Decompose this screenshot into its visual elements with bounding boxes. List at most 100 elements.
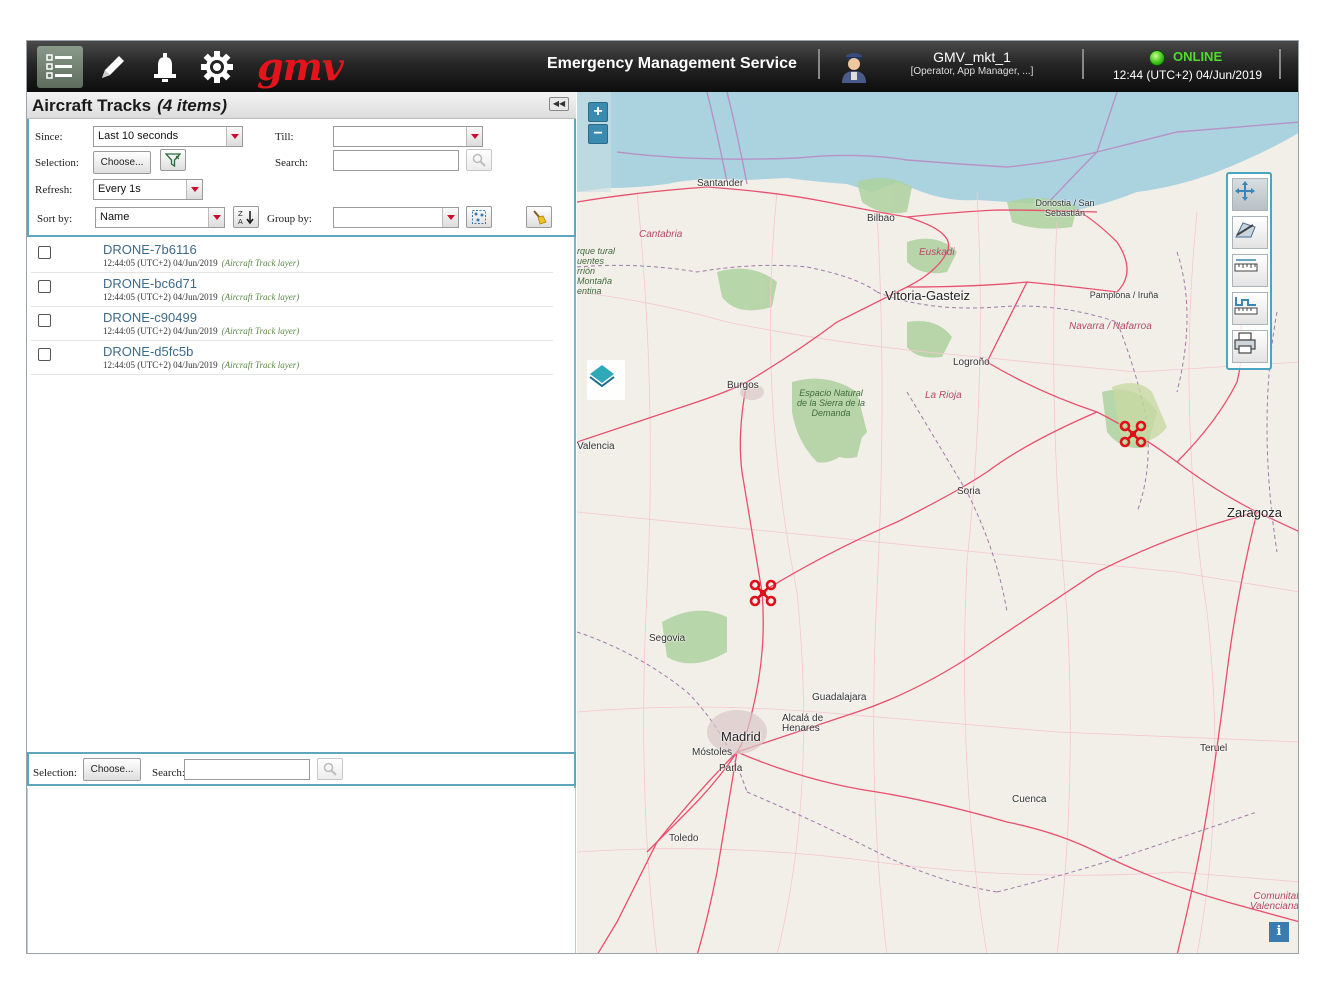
track-layer: (Aircraft Track layer) — [221, 360, 300, 370]
pencil-icon — [102, 56, 124, 78]
refresh-select[interactable]: Every 1s — [93, 179, 203, 200]
track-layer: (Aircraft Track layer) — [221, 258, 300, 268]
choose-button[interactable]: Choose... — [93, 151, 151, 174]
aircraft-tracks-panel: Aircraft Tracks (4 items) ◀◀ Since: Last … — [27, 92, 576, 953]
app-window: gmv Emergency Management Service GMV_mkt… — [26, 40, 1299, 954]
drone-marker-icon[interactable] — [749, 579, 777, 607]
chevron-down-icon — [226, 127, 242, 146]
track-checkbox[interactable] — [38, 314, 51, 327]
panel-title-text: Aircraft Tracks — [32, 96, 152, 115]
groupby-label: Group by: — [267, 213, 312, 225]
magnifier-icon — [472, 153, 486, 167]
till-select[interactable] — [333, 126, 483, 147]
notifications-button[interactable] — [145, 46, 185, 88]
track-meta: 12:44:05 (UTC+2) 04/Jun/2019 (Aircraft Tr… — [103, 326, 299, 336]
svg-text:Z: Z — [238, 210, 243, 218]
search-button[interactable] — [466, 149, 492, 171]
city-label: Pamplona / Iruña — [1089, 290, 1159, 300]
track-meta: 12:44:05 (UTC+2) 04/Jun/2019 (Aircraft Tr… — [103, 292, 299, 302]
bell-icon — [154, 53, 176, 82]
city-label: Móstoles — [692, 747, 733, 758]
refresh-label: Refresh: — [35, 184, 73, 196]
track-name[interactable]: DRONE-d5fc5b — [103, 344, 193, 359]
info-button[interactable]: i — [1269, 922, 1289, 942]
list-view-button[interactable] — [37, 46, 83, 88]
user-name[interactable]: GMV_mkt_1 — [897, 49, 1047, 65]
chevron-down-icon — [466, 127, 482, 146]
lower-choose-button[interactable]: Choose... — [83, 758, 141, 781]
track-checkbox[interactable] — [38, 246, 51, 259]
sortby-select[interactable]: Name — [95, 207, 225, 228]
city-label: Zaragoza — [1227, 505, 1282, 520]
pan-tool-button[interactable] — [1232, 178, 1268, 211]
track-checkbox[interactable] — [38, 348, 51, 361]
layers-button[interactable] — [587, 360, 625, 400]
ruler-button[interactable] — [1232, 254, 1268, 287]
list-item[interactable]: DRONE-c90499 12:44:05 (UTC+2) 04/Jun/201… — [31, 307, 553, 341]
track-name[interactable]: DRONE-c90499 — [103, 310, 197, 325]
edit-button[interactable] — [93, 46, 133, 88]
list-item[interactable]: DRONE-7b6116 12:44:05 (UTC+2) 04/Jun/201… — [31, 239, 553, 273]
track-layer: (Aircraft Track layer) — [221, 326, 300, 336]
filter-button[interactable] — [160, 149, 186, 171]
gear-icon — [201, 51, 233, 83]
search-input[interactable] — [333, 150, 459, 171]
collapse-panel-button[interactable]: ◀◀ — [549, 97, 569, 111]
chevron-down-icon — [208, 208, 224, 227]
lower-search-input[interactable] — [184, 759, 310, 780]
settings-button[interactable] — [197, 46, 237, 88]
sort-za-icon: Z A — [238, 210, 254, 225]
lower-search-label: Search: — [152, 767, 185, 779]
group-button[interactable] — [466, 206, 492, 228]
map-canvas[interactable] — [577, 92, 1299, 954]
sort-direction-button[interactable]: Z A — [233, 206, 259, 228]
lower-filter-box: Selection: Choose... Search: — [27, 752, 576, 786]
zoom-out-button[interactable]: − — [588, 124, 608, 144]
region-label: Comunitat Valenciana — [1249, 891, 1299, 912]
svg-text:A: A — [238, 218, 243, 225]
status-led-icon — [1149, 50, 1165, 66]
separator — [1082, 49, 1084, 79]
region-label: Euskadi — [919, 247, 955, 258]
clear-filters-button[interactable] — [526, 206, 552, 228]
city-label: Teruel — [1200, 743, 1228, 754]
panel-title: Aircraft Tracks (4 items) — [32, 96, 227, 116]
map-view[interactable]: Santander Bilbao Donostia / San Sebastiá… — [577, 92, 1299, 954]
magnifier-icon — [323, 762, 337, 776]
zoom-in-button[interactable]: + — [588, 102, 608, 122]
funnel-icon — [165, 153, 181, 167]
print-button[interactable] — [1232, 330, 1268, 363]
region-label: Navarra / Nafarroa — [1069, 321, 1152, 332]
sortby-label: Sort by: — [37, 213, 73, 225]
user-roles: [Operator, App Manager, ...] — [910, 66, 1034, 77]
drone-marker-icon[interactable] — [1119, 420, 1147, 448]
city-label: Donostia / San Sebastián — [1035, 198, 1095, 218]
selection-label: Selection: — [35, 157, 79, 169]
list-item[interactable]: DRONE-d5fc5b 12:44:05 (UTC+2) 04/Jun/201… — [31, 341, 553, 375]
track-name[interactable]: DRONE-bc6d71 — [103, 276, 197, 291]
gmv-logo: gmv — [257, 44, 344, 89]
track-time: 12:44:05 (UTC+2) 04/Jun/2019 — [103, 326, 218, 336]
track-name[interactable]: DRONE-7b6116 — [103, 242, 197, 257]
lower-search-button[interactable] — [317, 758, 343, 780]
since-value: Last 10 seconds — [98, 130, 179, 142]
groupby-select[interactable] — [333, 207, 459, 228]
user-avatar-icon[interactable] — [839, 49, 869, 83]
filter-box: Since: Last 10 seconds Till: Selection: … — [27, 119, 576, 237]
search-input-value — [334, 152, 340, 170]
measure-area-button[interactable] — [1232, 216, 1268, 249]
layers-icon — [589, 365, 615, 388]
list-icon — [46, 54, 72, 79]
list-item[interactable]: DRONE-bc6d71 12:44:05 (UTC+2) 04/Jun/201… — [31, 273, 553, 307]
lower-selection-label: Selection: — [33, 767, 77, 779]
lower-search-input-value — [185, 761, 191, 779]
region-label: Cantabria — [639, 229, 683, 240]
city-label: Santander — [697, 178, 744, 189]
track-checkbox[interactable] — [38, 280, 51, 293]
city-label: Cuenca — [1012, 794, 1047, 805]
city-label: Madrid — [721, 729, 761, 744]
measure-profile-button[interactable] — [1232, 292, 1268, 325]
chevron-down-icon — [186, 180, 202, 199]
since-select[interactable]: Last 10 seconds — [93, 126, 243, 147]
track-meta: 12:44:05 (UTC+2) 04/Jun/2019 (Aircraft Tr… — [103, 360, 299, 370]
